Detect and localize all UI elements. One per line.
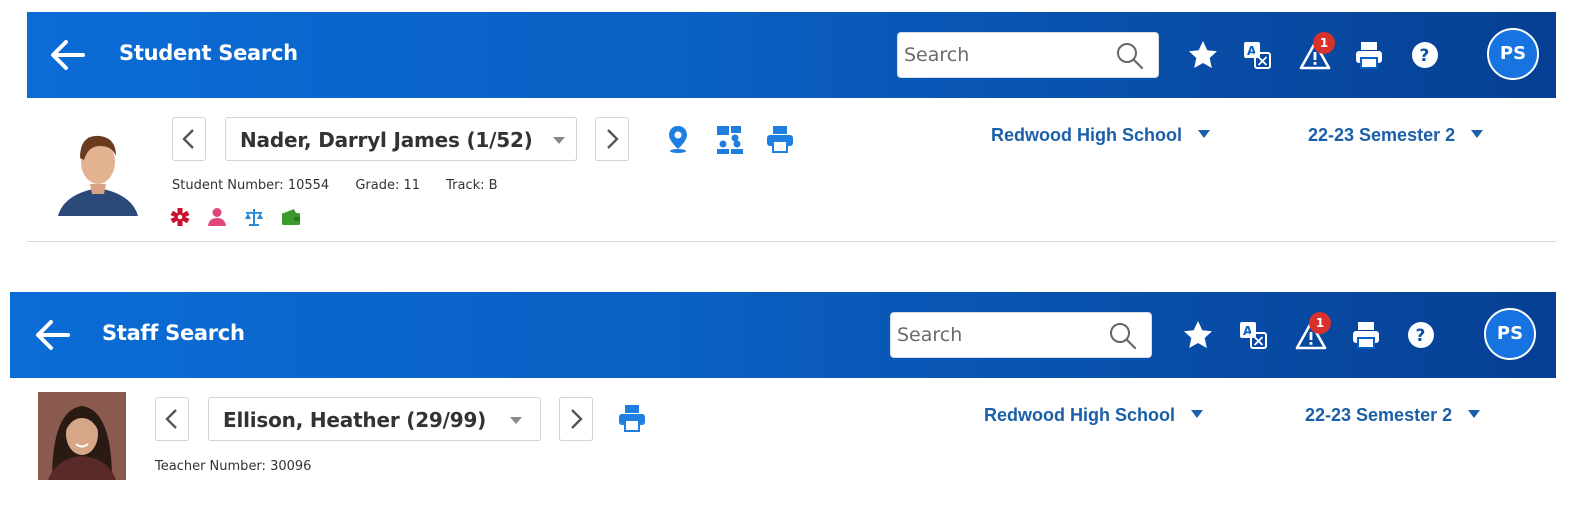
- student-details: Student Number: 10554 Grade: 11 Track: B: [172, 178, 520, 193]
- page-title: Staff Search: [102, 321, 245, 345]
- school-selector[interactable]: Redwood High School: [984, 405, 1203, 426]
- student-track: Track: B: [446, 178, 498, 193]
- term-selector[interactable]: 22-23 Semester 2: [1305, 405, 1481, 426]
- school-selector-label: Redwood High School: [991, 125, 1182, 145]
- caret-down-icon: [1468, 410, 1481, 418]
- translate-icon[interactable]: A: [1241, 39, 1273, 71]
- alert-count-badge: 1: [1313, 32, 1335, 54]
- student-name-label: Nader, Darryl James (1/52): [240, 128, 533, 152]
- chevron-right-icon: [571, 409, 583, 429]
- search-input[interactable]: [904, 42, 1104, 68]
- back-arrow-icon[interactable]: [34, 318, 70, 352]
- term-selector-label: 22-23 Semester 2: [1305, 405, 1453, 425]
- chevron-left-icon: [182, 129, 194, 149]
- staff-search-panel: Staff Search A 1: [10, 292, 1556, 492]
- search-icon[interactable]: [1116, 42, 1144, 70]
- caret-down-icon: [510, 417, 522, 424]
- favorites-star-icon[interactable]: [1182, 319, 1214, 351]
- school-selector-label: Redwood High School: [984, 405, 1175, 425]
- alerts-button[interactable]: 1: [1295, 312, 1331, 351]
- caret-down-icon: [1198, 130, 1210, 138]
- user-avatar[interactable]: PS: [1484, 308, 1536, 360]
- print-icon[interactable]: [1350, 319, 1382, 351]
- help-icon[interactable]: ?: [1409, 39, 1441, 71]
- chevron-left-icon: [165, 409, 177, 429]
- alerts-button[interactable]: 1: [1299, 32, 1335, 71]
- previous-record-button[interactable]: [155, 397, 189, 441]
- help-icon[interactable]: ?: [1405, 319, 1437, 351]
- caret-down-icon: [553, 137, 565, 144]
- next-record-button[interactable]: [559, 397, 593, 441]
- student-search-panel: Student Search A 1: [27, 12, 1556, 244]
- caret-down-icon: [1471, 130, 1484, 138]
- back-arrow-icon[interactable]: [49, 38, 85, 72]
- previous-record-button[interactable]: [172, 117, 206, 161]
- person-alert-icon[interactable]: [207, 207, 227, 227]
- translate-icon[interactable]: A: [1237, 319, 1269, 351]
- page-title: Student Search: [119, 41, 298, 65]
- student-photo: [54, 124, 142, 216]
- print-icon[interactable]: [1353, 39, 1385, 71]
- term-selector[interactable]: 22-23 Semester 2: [1308, 125, 1484, 146]
- student-name-selector[interactable]: Nader, Darryl James (1/52): [225, 117, 577, 161]
- print-record-icon[interactable]: [617, 403, 647, 433]
- chevron-right-icon: [607, 129, 619, 149]
- print-record-icon[interactable]: [765, 124, 795, 154]
- staff-name-selector[interactable]: Ellison, Heather (29/99): [208, 397, 541, 441]
- staff-photo: [38, 392, 126, 480]
- alert-count-badge: 1: [1309, 312, 1331, 334]
- panel-divider: [27, 241, 1556, 242]
- caret-down-icon: [1191, 410, 1203, 418]
- search-icon[interactable]: [1109, 322, 1137, 350]
- teacher-number: Teacher Number: 30096: [155, 459, 312, 474]
- medical-alert-icon[interactable]: [170, 207, 190, 227]
- fee-wallet-icon[interactable]: [281, 207, 301, 227]
- map-pin-icon[interactable]: [663, 124, 693, 154]
- search-input[interactable]: [897, 322, 1097, 348]
- search-box[interactable]: [890, 312, 1152, 358]
- legal-alert-icon[interactable]: [244, 207, 264, 227]
- student-grade: Grade: 11: [355, 178, 421, 193]
- family-group-icon[interactable]: [715, 124, 745, 154]
- term-selector-label: 22-23 Semester 2: [1308, 125, 1456, 145]
- student-header-bar: Student Search A 1: [27, 12, 1556, 98]
- user-avatar[interactable]: PS: [1487, 28, 1539, 80]
- student-number: Student Number: 10554: [172, 178, 330, 193]
- svg-text:?: ?: [1416, 326, 1426, 346]
- svg-text:?: ?: [1420, 46, 1430, 66]
- search-box[interactable]: [897, 32, 1159, 78]
- favorites-star-icon[interactable]: [1187, 39, 1219, 71]
- school-selector[interactable]: Redwood High School: [991, 125, 1210, 146]
- staff-details: Teacher Number: 30096: [155, 459, 333, 474]
- student-indicator-icons: [170, 207, 313, 227]
- staff-header-bar: Staff Search A 1: [10, 292, 1556, 378]
- staff-name-label: Ellison, Heather (29/99): [223, 408, 487, 432]
- next-record-button[interactable]: [595, 117, 629, 161]
